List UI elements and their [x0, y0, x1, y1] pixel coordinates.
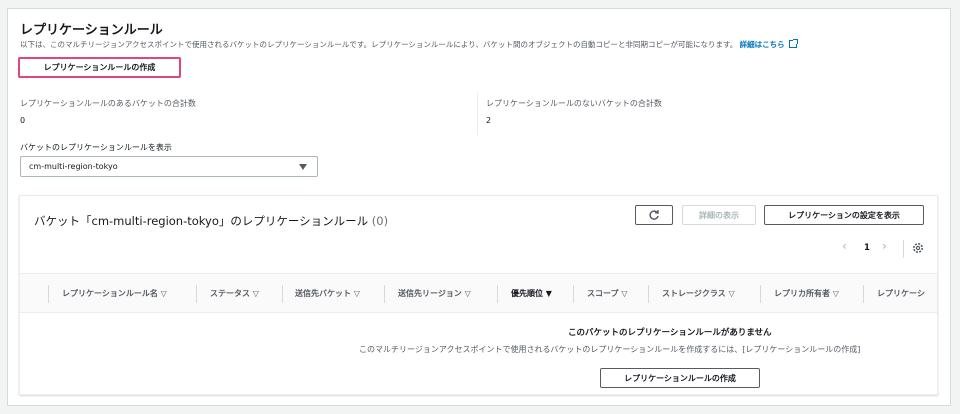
- empty-state-description: このマルチリージョンアクセスポイントで使用されるバケットのレプリケーションルール…: [359, 345, 861, 354]
- refresh-button[interactable]: [635, 205, 673, 225]
- column-divider: [48, 285, 49, 303]
- view-details-button[interactable]: 詳細の表示: [682, 205, 756, 225]
- sort-icon: ▽: [252, 289, 259, 298]
- create-replication-rule-button[interactable]: レプリケーションルールの作成: [18, 57, 181, 78]
- sort-icon: ▽: [353, 289, 360, 298]
- learn-more-link[interactable]: 詳細はこちら: [740, 40, 785, 49]
- prev-page-icon[interactable]: ‹: [842, 239, 847, 253]
- section-description: 以下は、このマルチリージョンアクセスポイントで使用されるバケットのレプリケーショ…: [20, 39, 798, 50]
- sort-icon: ▽: [728, 289, 735, 298]
- caret-down-icon: [299, 164, 307, 170]
- table-title: バケット「cm-multi-region-tokyo」のレプリケーションルール …: [34, 213, 388, 229]
- without-rules-label: レプリケーションルールのないバケットの合計数: [486, 99, 662, 108]
- column-scope[interactable]: スコープ ▽: [587, 288, 627, 299]
- external-link-icon: [788, 39, 798, 48]
- column-divider: [384, 285, 385, 303]
- replication-rules-panel: レプリケーションルール 以下は、このマルチリージョンアクセスポイントで使用される…: [7, 8, 951, 406]
- refresh-icon: [649, 210, 659, 220]
- with-rules-value: 0: [20, 116, 26, 125]
- sort-icon: ▽: [832, 289, 839, 298]
- column-divider: [760, 285, 761, 303]
- column-priority[interactable]: 優先順位 ▼: [511, 288, 552, 299]
- empty-state-title: このバケットのレプリケーションルールがありません: [568, 328, 772, 338]
- sort-icon: ▼: [545, 289, 552, 298]
- column-destination-region[interactable]: 送信先リージョン ▽: [398, 288, 471, 299]
- next-page-icon[interactable]: ›: [882, 239, 887, 253]
- pager-divider: [903, 240, 904, 258]
- bucket-select[interactable]: cm-multi-region-tokyo: [20, 156, 318, 177]
- column-divider: [648, 285, 649, 303]
- sort-icon: ▽: [464, 289, 471, 298]
- column-divider: [497, 285, 498, 303]
- sort-icon: ▽: [160, 289, 167, 298]
- table-count: (0): [371, 214, 389, 228]
- column-replica-owner[interactable]: レプリカ所有者 ▽: [774, 288, 839, 299]
- column-divider: [573, 285, 574, 303]
- sort-icon: ▽: [621, 289, 628, 298]
- column-storage-class[interactable]: ストレージクラス ▽: [662, 288, 735, 299]
- column-status[interactable]: ステータス ▽: [210, 288, 259, 299]
- empty-create-rule-button[interactable]: レプリケーションルールの作成: [600, 368, 760, 388]
- column-destination-bucket[interactable]: 送信先バケット ▽: [295, 288, 360, 299]
- column-rule-name[interactable]: レプリケーションルール名 ▽: [62, 288, 167, 299]
- rules-table-card: バケット「cm-multi-region-tokyo」のレプリケーションルール …: [19, 195, 938, 395]
- column-divider: [282, 285, 283, 303]
- bucket-select-value: cm-multi-region-tokyo: [29, 162, 118, 171]
- section-title: レプリケーションルール: [20, 23, 163, 38]
- column-divider: [196, 285, 197, 303]
- table-title-text: バケット「cm-multi-region-tokyo」のレプリケーションルール: [34, 214, 369, 228]
- page-number[interactable]: 1: [864, 243, 870, 253]
- stats-divider: [477, 93, 478, 135]
- description-text: 以下は、このマルチリージョンアクセスポイントで使用されるバケットのレプリケーショ…: [20, 40, 738, 49]
- gear-icon[interactable]: [912, 242, 924, 254]
- column-replication-truncated[interactable]: レプリケーシ: [877, 288, 925, 299]
- bucket-select-label: バケットのレプリケーションルールを表示: [20, 143, 172, 152]
- with-rules-label: レプリケーションルールのあるバケットの合計数: [20, 99, 196, 108]
- without-rules-value: 2: [486, 116, 492, 125]
- table-header: レプリケーションルール名 ▽ ステータス ▽ 送信先バケット ▽ 送信先リージョ…: [20, 273, 937, 313]
- column-divider: [863, 285, 864, 303]
- view-replication-settings-button[interactable]: レプリケーションの設定を表示: [764, 205, 924, 225]
